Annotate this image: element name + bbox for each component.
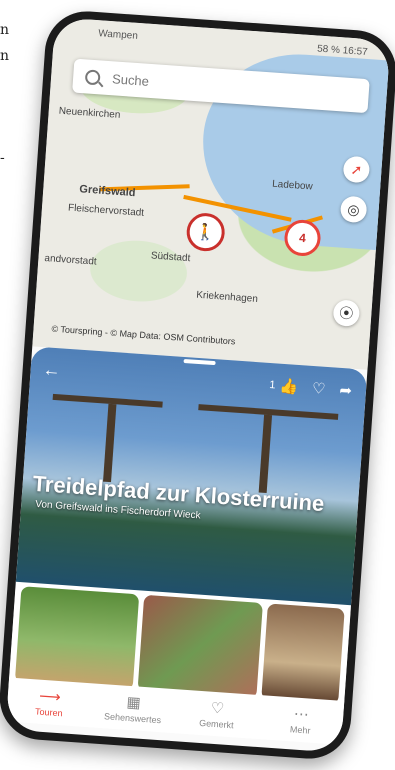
map-attribution: © Tourspring - © Map Data: OSM Contribut… (51, 323, 236, 347)
share-icon[interactable]: ➦ (339, 381, 353, 400)
drag-handle[interactable] (183, 358, 216, 366)
more-icon: ⋯ (293, 705, 310, 724)
bridge-post (103, 403, 117, 483)
heart-icon: ♡ (210, 699, 225, 718)
map-label: Kriekenhagen (195, 289, 259, 305)
search-placeholder: Suche (111, 70, 150, 89)
picture-icon: ▦ (126, 693, 142, 712)
tab-label: Gemerkt (198, 717, 234, 731)
side-text-3: - (0, 150, 5, 166)
map-view[interactable]: Wampen 58 % 16:57 Suche Neuenkirchen Gre… (32, 17, 391, 370)
map-label: Südstadt (150, 250, 191, 265)
tour-card[interactable]: ← 1 👍 ♡ ➦ Treidelpfad zur Klosterruine V… (15, 346, 368, 610)
photo-thumbnail[interactable] (14, 586, 140, 691)
map-label: Greifswald (78, 183, 136, 200)
tab-touren[interactable]: ⟶ Touren (6, 678, 93, 728)
status-right: 58 % 16:57 (316, 43, 369, 58)
map-label: andvorstadt (44, 252, 97, 268)
like-count: 1 (268, 378, 276, 392)
heart-icon[interactable]: ♡ (311, 379, 326, 398)
back-arrow-icon[interactable]: ← (42, 359, 61, 381)
layers-icon[interactable]: ⦿ (332, 299, 361, 328)
tab-sehenswertes[interactable]: ▦ Sehenswertes (90, 683, 177, 733)
tab-label: Mehr (289, 724, 311, 736)
photo-thumbnail[interactable] (138, 594, 263, 699)
side-text-1: n (0, 22, 10, 38)
tab-label: Touren (34, 706, 63, 719)
map-label: Fleischervorstadt (67, 202, 145, 219)
thumbs-up-icon[interactable]: 👍 (279, 377, 299, 396)
nav-back-icon[interactable]: ◁ (56, 729, 68, 747)
phone-frame: Wampen 58 % 16:57 Suche Neuenkirchen Gre… (0, 8, 395, 762)
search-icon (84, 68, 101, 85)
bridge-post (258, 414, 273, 494)
tab-label: Sehenswertes (103, 711, 162, 726)
route-icon: ⟶ (38, 687, 62, 707)
nav-home-icon[interactable]: ○ (169, 737, 179, 753)
tab-gemerkt[interactable]: ♡ Gemerkt (174, 689, 261, 739)
hiker-icon[interactable]: 🚶 (185, 211, 226, 253)
side-text-2: n (0, 48, 10, 64)
map-label: Neuenkirchen (58, 105, 121, 121)
phone-screen: Wampen 58 % 16:57 Suche Neuenkirchen Gre… (5, 17, 391, 753)
nav-recents-icon[interactable]: □ (280, 745, 290, 753)
photo-thumbnail[interactable] (261, 603, 345, 705)
status-location: Wampen (97, 27, 139, 42)
status-bar: Wampen 58 % 16:57 (53, 17, 390, 66)
tab-mehr[interactable]: ⋯ Mehr (257, 695, 344, 745)
